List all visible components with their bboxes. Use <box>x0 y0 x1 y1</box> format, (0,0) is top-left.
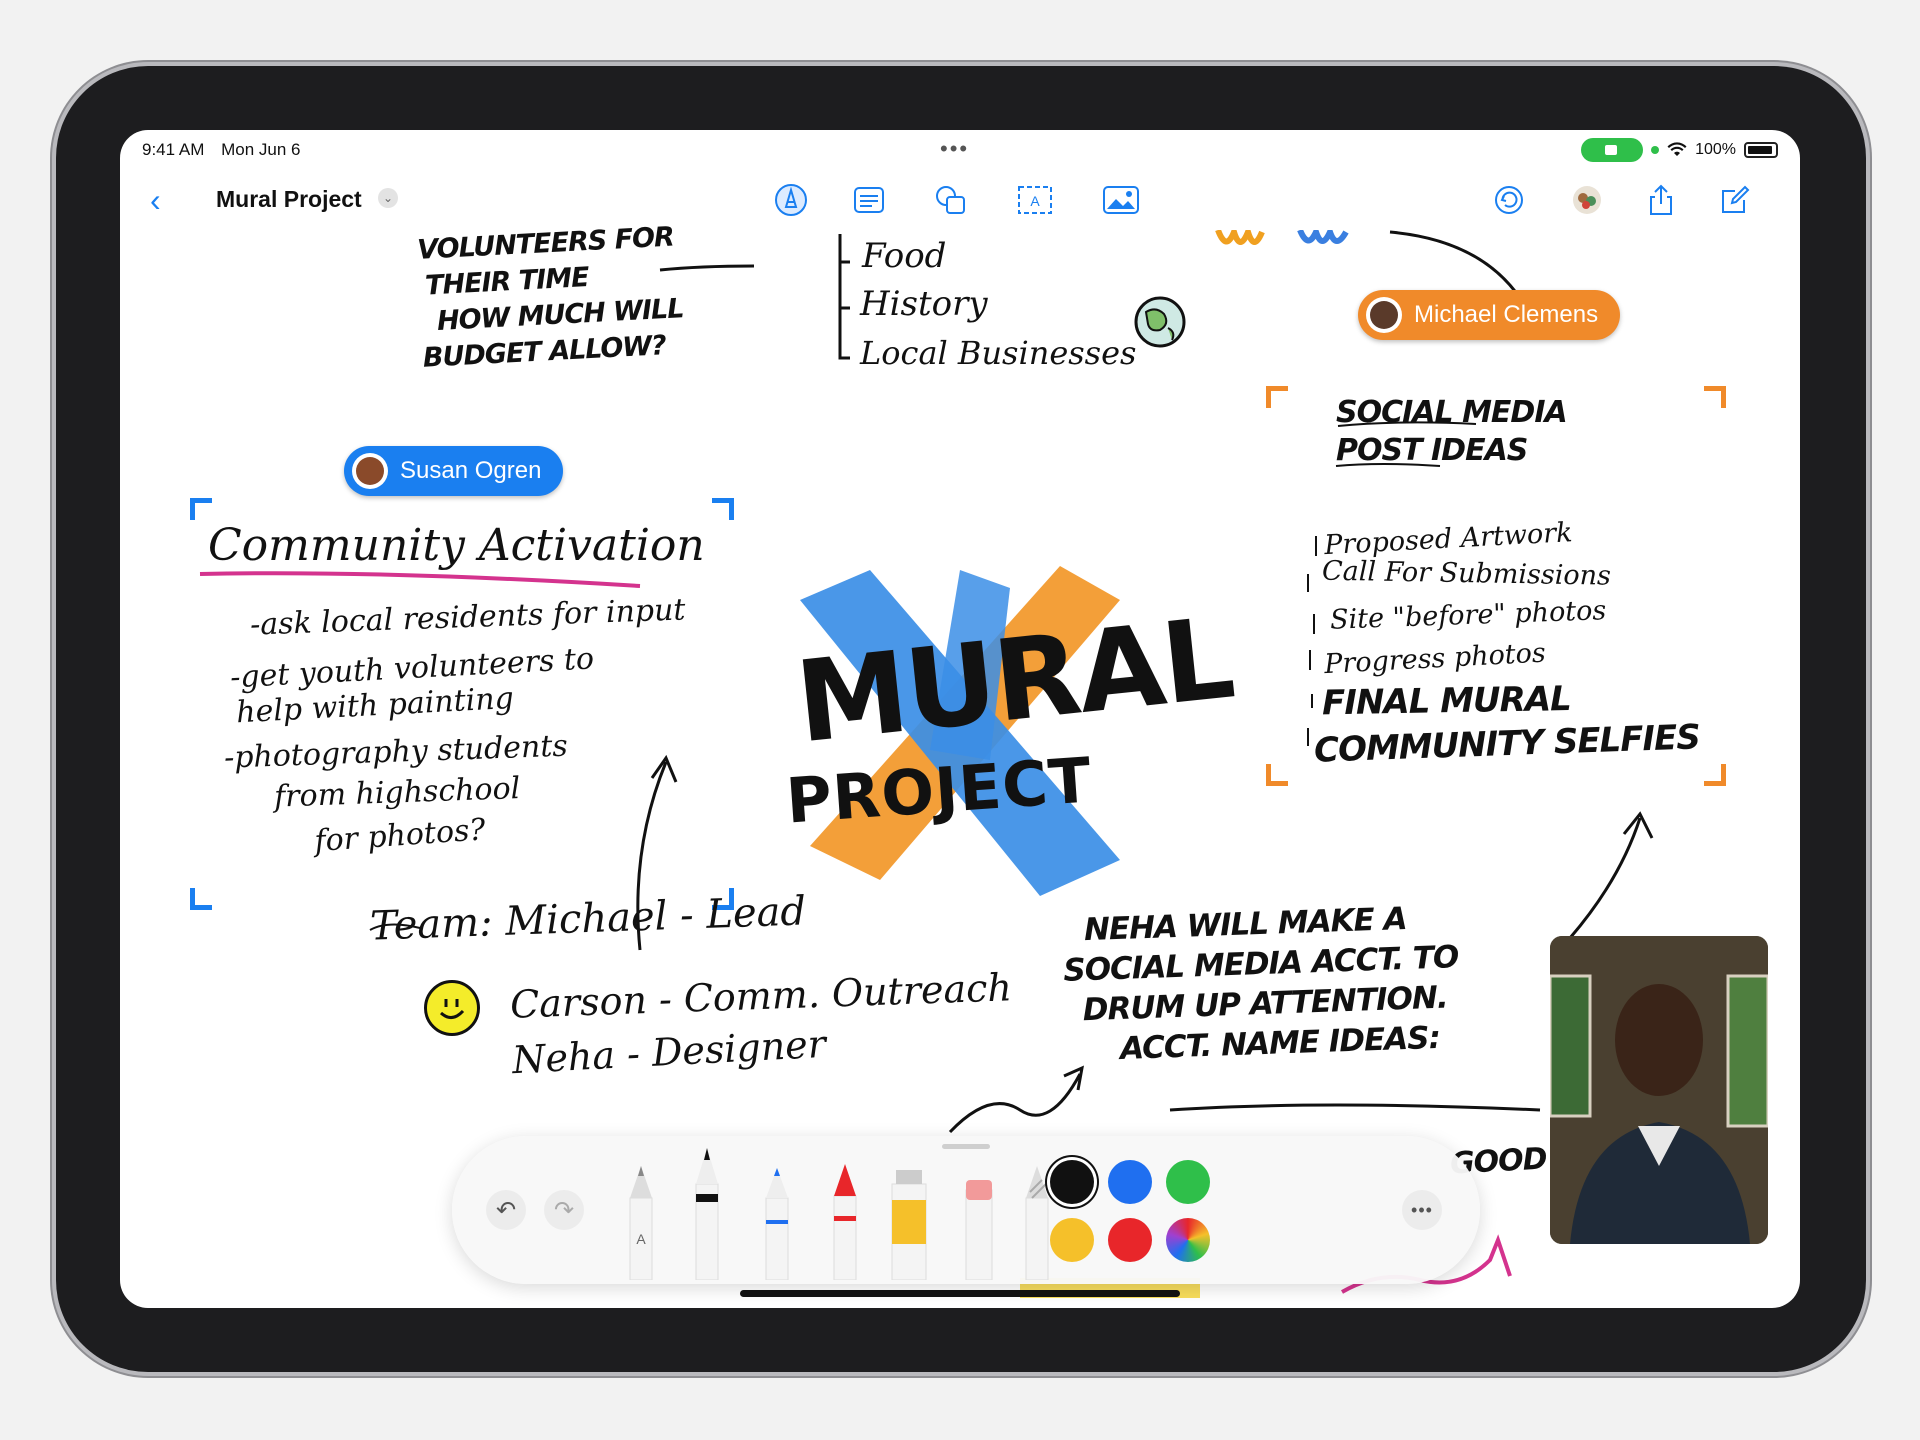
wifi-icon <box>1667 142 1687 156</box>
facetime-indicator-icon[interactable] <box>1581 138 1644 162</box>
facetime-video-tile[interactable] <box>1550 936 1768 1244</box>
camera-in-use-dot <box>1651 146 1660 154</box>
status-time-date: 9:41 AM Mon Jun 6 <box>142 140 301 160</box>
selection-corner[interactable] <box>1704 386 1726 408</box>
home-indicator[interactable] <box>740 1290 1180 1297</box>
pencil-tip-icon[interactable] <box>772 182 810 218</box>
watercolor-tool <box>891 1170 927 1280</box>
board-title[interactable]: Mural Project <box>216 186 362 213</box>
monoline-pen-tool: A <box>629 1166 653 1280</box>
marker-tool <box>765 1168 789 1280</box>
eraser-tool <box>965 1180 993 1280</box>
selection-corner[interactable] <box>712 498 734 520</box>
undo-history-icon[interactable] <box>1490 182 1528 218</box>
more-options-icon[interactable]: ••• <box>1402 1190 1442 1230</box>
top-list-food[interactable]: Food <box>862 236 946 276</box>
selection-corner[interactable] <box>1266 764 1288 786</box>
collaborator-name: Susan Ogren <box>400 457 542 484</box>
selection-corner[interactable] <box>1704 764 1726 786</box>
selection-corner[interactable] <box>190 498 212 520</box>
community-list[interactable]: -ask local residents for input -get yout… <box>224 592 686 859</box>
smiley-face-icon <box>439 999 465 1019</box>
undo-icon[interactable]: ↶ <box>486 1190 526 1230</box>
color-swatch-red[interactable] <box>1108 1218 1152 1262</box>
top-list-history[interactable]: History <box>860 284 988 324</box>
status-bar: 9:41 AM Mon Jun 6 ••• 100% <box>120 130 1800 170</box>
collaborator-tag-michael: Michael Clemens <box>1358 290 1621 340</box>
svg-text:A: A <box>636 1231 646 1247</box>
social-list[interactable]: Proposed Artwork Call For Submissions Si… <box>1313 517 1710 771</box>
drawing-palette: ↶ ↷ A ••• <box>452 1136 1480 1284</box>
social-item: Call For Submissions <box>1321 555 1612 592</box>
community-line: -ask local residents for input <box>249 592 686 643</box>
color-wheel-icon[interactable] <box>1166 1218 1210 1262</box>
battery-percent: 100% <box>1695 141 1736 158</box>
social-heading-line: SOCIAL MEDIA <box>1336 395 1568 430</box>
avatar <box>352 453 388 489</box>
community-heading[interactable]: Community Activation <box>208 520 705 571</box>
pen-tools: A <box>629 1148 1049 1280</box>
chevron-down-icon[interactable]: ⌄ <box>378 188 398 208</box>
status-date: Mon Jun 6 <box>221 140 301 159</box>
social-item: Progress photos <box>1323 637 1547 681</box>
image-icon[interactable] <box>1102 182 1140 218</box>
collaborator-name: Michael Clemens <box>1414 301 1599 328</box>
ruler-tool <box>1025 1166 1049 1280</box>
avatar <box>1366 297 1402 333</box>
multitasking-dots[interactable]: ••• <box>940 136 969 162</box>
collaborators-icon[interactable] <box>1568 182 1606 218</box>
neha-note[interactable]: NEHA WILL MAKE A SOCIAL MEDIA ACCT. TO D… <box>1061 897 1461 1071</box>
color-swatch-blue[interactable] <box>1108 1160 1152 1204</box>
collaborator-tag-susan: Susan Ogren <box>344 446 564 496</box>
battery-icon <box>1744 142 1778 158</box>
smiley-doodle <box>424 980 480 1036</box>
social-item-bold: FINAL MURAL <box>1321 679 1572 724</box>
fountain-pen-tool <box>695 1148 719 1280</box>
crayon-tool <box>833 1164 857 1280</box>
app-toolbar: ‹ Mural Project ⌄ A <box>120 172 1800 230</box>
shapes-icon[interactable] <box>932 182 970 218</box>
mural-artwork[interactable]: MURAL PROJECT <box>760 560 1238 900</box>
globe-doodle <box>1134 296 1186 348</box>
color-swatch-yellow[interactable] <box>1050 1218 1094 1262</box>
social-heading-line: POST IDEAS <box>1336 433 1528 468</box>
back-icon[interactable]: ‹ <box>150 182 161 219</box>
redo-icon[interactable]: ↷ <box>544 1190 584 1230</box>
text-box-icon[interactable] <box>850 182 888 218</box>
social-heading[interactable]: SOCIAL MEDIA POST IDEAS <box>1336 394 1568 470</box>
text-frame-icon[interactable]: A <box>1016 182 1054 218</box>
status-time: 9:41 AM <box>142 140 205 159</box>
selection-corner[interactable] <box>1266 386 1288 408</box>
compose-icon[interactable] <box>1716 182 1754 218</box>
color-swatch-green[interactable] <box>1166 1160 1210 1204</box>
budget-note[interactable]: VOLUNTEERS FOR THEIR TIME HOW MUCH WILL … <box>416 219 686 377</box>
social-item: Site "before" photos <box>1329 595 1607 636</box>
facetime-participant-video <box>1550 936 1768 1244</box>
status-indicators: 100% <box>1581 138 1778 162</box>
color-swatch-black[interactable] <box>1050 1160 1094 1204</box>
svg-text:A: A <box>1030 193 1040 209</box>
share-icon[interactable] <box>1642 182 1680 218</box>
top-list-local-businesses[interactable]: Local Businesses <box>860 334 1136 372</box>
ipad-screen: 9:41 AM Mon Jun 6 ••• 100% ‹ Mural Proje… <box>120 130 1800 1308</box>
selection-corner[interactable] <box>190 888 212 910</box>
